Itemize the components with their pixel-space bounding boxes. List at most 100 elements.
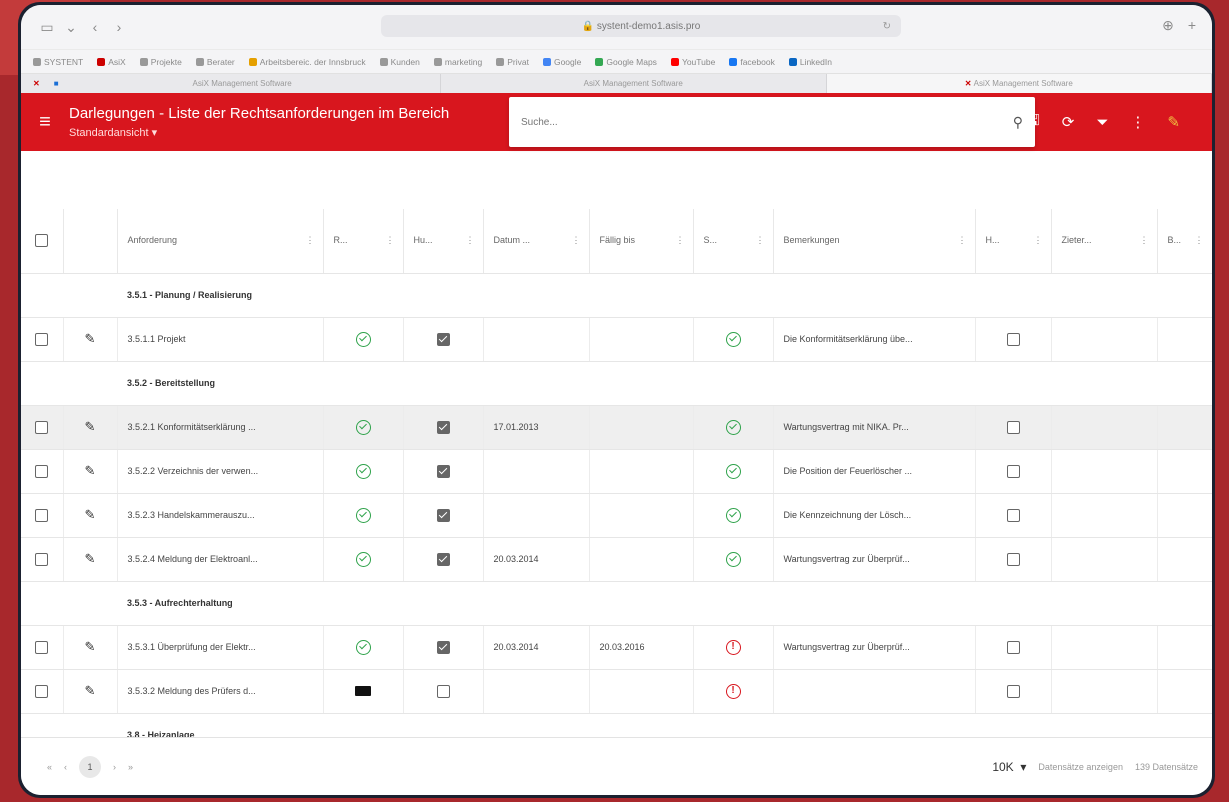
cell-b	[1157, 625, 1212, 670]
checkbox-checked[interactable]	[436, 640, 450, 654]
table-row[interactable]: ✎ 3.5.2.3 Handelskammerauszu... Die Kennze…	[21, 493, 1212, 538]
sidebar-icon[interactable]: ▭	[35, 19, 59, 36]
forward-icon[interactable]: ›	[107, 19, 131, 35]
reload-icon[interactable]: ↻	[883, 21, 891, 32]
edit-column-header	[63, 209, 118, 274]
checkbox[interactable]	[1006, 640, 1020, 654]
pencil-icon[interactable]: ✎	[85, 639, 96, 654]
pencil-icon[interactable]: ✎	[85, 331, 96, 346]
checkbox-checked[interactable]	[436, 332, 450, 346]
view-selector[interactable]: Standardansicht ▾	[69, 126, 449, 139]
table-row[interactable]: ✎ 3.5.2.2 Verzeichnis der verwen... Die Po…	[21, 449, 1212, 494]
bookmark-item[interactable]: AsiX	[97, 57, 126, 67]
cell-anforderung[interactable]: 3.5.2.2 Verzeichnis der verwen...	[117, 449, 324, 494]
bookmark-item[interactable]: Arbeitsbereic. der Innsbruck	[248, 57, 366, 67]
col-b[interactable]: B... ⋮	[1157, 209, 1212, 274]
back-icon[interactable]: ‹	[83, 19, 107, 35]
cell-anforderung[interactable]: 3.5.2.3 Handelskammerauszu...	[117, 493, 324, 538]
search-icon[interactable]: ⚲	[1013, 114, 1023, 131]
cell-anforderung[interactable]: 3.5.2.4 Meldung der Elektroanl...	[117, 537, 324, 582]
more-vert-icon[interactable]: ⋮	[1130, 113, 1145, 131]
tab-2[interactable]: AsiX Management Software	[441, 74, 827, 93]
pencil-icon[interactable]: ✎	[85, 507, 96, 522]
lock-icon: 🔒	[581, 20, 597, 32]
bookmark-item[interactable]: Projekte	[139, 57, 182, 67]
checkbox[interactable]	[1006, 332, 1020, 346]
col-faellig[interactable]: Fällig bis ⋮	[589, 209, 694, 274]
checkbox-checked[interactable]	[436, 464, 450, 478]
menu-icon[interactable]: ≡	[21, 111, 69, 134]
bookmark-item[interactable]: LinkedIn	[788, 57, 832, 67]
url-bar[interactable]: 🔒 systent-demo1.asis.pro ↻	[381, 15, 901, 37]
filter-icon[interactable]: ⏷	[1096, 114, 1108, 131]
pencil-icon[interactable]: ✎	[85, 463, 96, 478]
checkbox-checked[interactable]	[436, 508, 450, 522]
first-page-icon[interactable]: «	[47, 762, 52, 772]
bookmark-item[interactable]: facebook	[729, 57, 775, 67]
table-row[interactable]: ✎ 3.5.3.2 Meldung des Prüfers d...!	[21, 669, 1212, 714]
table-row[interactable]: ✎ 3.5.2.1 Konformitätserklärung ... 17.01.…	[21, 405, 1212, 450]
checkbox[interactable]	[1006, 552, 1020, 566]
checkbox-checked[interactable]	[436, 552, 450, 566]
bookmark-item[interactable]: Berater	[195, 57, 235, 67]
bookmark-item[interactable]: Google	[542, 57, 581, 67]
checkbox[interactable]	[35, 684, 49, 698]
group-spacer	[21, 273, 63, 318]
col-hu[interactable]: Hu... ⋮	[403, 209, 484, 274]
current-page[interactable]: 1	[79, 755, 102, 778]
checkbox[interactable]	[1006, 684, 1020, 698]
search-input[interactable]	[521, 116, 1013, 128]
row-select-cell	[21, 493, 64, 538]
checkbox[interactable]	[35, 464, 49, 478]
bookmark-item[interactable]: Kunden	[379, 57, 420, 67]
tab-3[interactable]: ✕ AsiX Management Software	[826, 74, 1212, 93]
cell-anforderung[interactable]: 3.5.3.2 Meldung des Prüfers d...	[117, 669, 324, 714]
per-page-select[interactable]: 10K ▾	[992, 760, 1026, 774]
cell-anforderung[interactable]: 3.5.2.1 Konformitätserklärung ...	[117, 405, 324, 450]
checkbox[interactable]	[35, 640, 49, 654]
table-row[interactable]: ✎ 3.5.1.1 Projekt Die Konformitätserklärun…	[21, 317, 1212, 362]
cell-anforderung[interactable]: 3.5.3.1 Überprüfung der Elektr...	[117, 625, 324, 670]
last-page-icon[interactable]: »	[128, 762, 133, 772]
checkbox[interactable]	[1006, 420, 1020, 434]
checkbox-checked[interactable]	[436, 420, 450, 434]
col-zieter[interactable]: Zieter... ⋮	[1051, 209, 1158, 274]
table-row[interactable]: ✎ 3.5.2.4 Meldung der Elektroanl... 20.03.…	[21, 537, 1212, 582]
bookmark-item[interactable]: YouTube	[670, 57, 715, 67]
col-bemerkungen[interactable]: Bemerkungen ⋮	[773, 209, 976, 274]
checkbox[interactable]	[35, 332, 49, 346]
table-row[interactable]: ✎ 3.5.3.1 Überprüfung der Elektr... 20.03.…	[21, 625, 1212, 670]
checkbox[interactable]	[1006, 464, 1020, 478]
col-datum[interactable]: Datum ... ⋮	[483, 209, 590, 274]
checkbox[interactable]	[1006, 508, 1020, 522]
chevron-down-icon[interactable]: ⌄	[59, 19, 83, 36]
bookmark-icon	[379, 57, 388, 66]
save-icon[interactable]: 🖫	[1027, 110, 1040, 135]
checkbox[interactable]	[35, 508, 49, 522]
pencil-icon[interactable]: ✎	[85, 683, 96, 698]
checkbox[interactable]	[35, 552, 49, 566]
bookmark-item[interactable]: Google Maps	[595, 57, 657, 67]
col-s[interactable]: S... ⋮	[693, 209, 774, 274]
pencil-icon[interactable]: ✎	[85, 419, 96, 434]
col-h[interactable]: H... ⋮	[975, 209, 1052, 274]
download-icon[interactable]: ⊕	[1162, 17, 1174, 34]
select-all-checkbox[interactable]	[35, 234, 49, 248]
col-r[interactable]: R... ⋮	[323, 209, 404, 274]
checkbox[interactable]	[436, 684, 450, 698]
refresh-icon[interactable]: ⟳	[1062, 113, 1075, 131]
cell-bemerkung	[773, 669, 976, 714]
new-tab-icon[interactable]: +	[1188, 17, 1196, 34]
row-select-cell	[21, 537, 64, 582]
pencil-icon[interactable]: ✎	[85, 551, 96, 566]
bookmark-item[interactable]: Privat	[496, 57, 529, 67]
bookmark-item[interactable]: SYSTENT	[33, 57, 83, 67]
bookmark-item[interactable]: marketing	[433, 57, 482, 67]
prev-page-icon[interactable]: ‹	[64, 762, 67, 772]
tab-pinned[interactable]: ✕ ■ AsiX Management Software	[21, 74, 441, 93]
cell-anforderung[interactable]: 3.5.1.1 Projekt	[117, 317, 324, 362]
col-anforderung[interactable]: Anforderung ⋮	[117, 209, 324, 274]
next-page-icon[interactable]: ›	[113, 762, 116, 772]
checkbox[interactable]	[35, 420, 49, 434]
settings-tool-icon[interactable]: ✎	[1167, 113, 1180, 131]
